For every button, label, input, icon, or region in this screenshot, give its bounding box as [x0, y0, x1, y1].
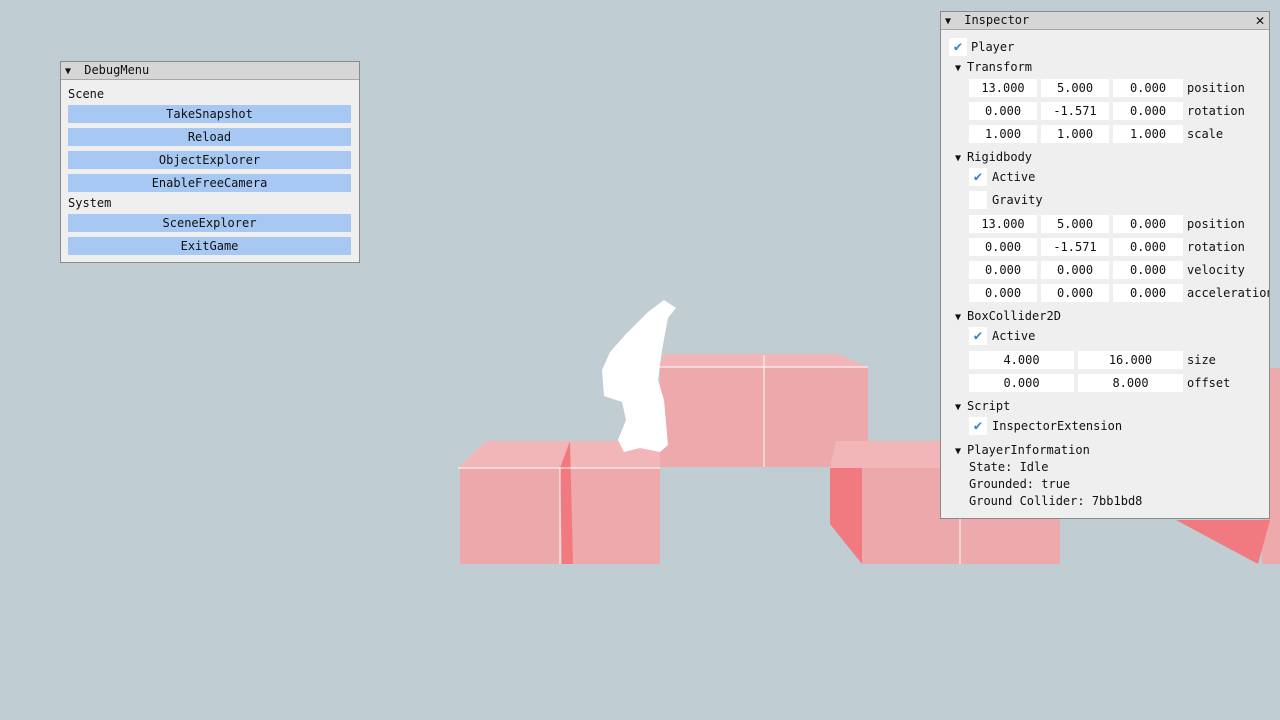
transform-rotation-y-field[interactable]: -1.571: [1041, 102, 1109, 120]
rigidbody-position-x-field[interactable]: 13.000: [969, 215, 1037, 233]
transform-position-x-field[interactable]: 13.000: [969, 79, 1037, 97]
transform-header[interactable]: ▼ Transform: [955, 59, 1032, 77]
enable-free-camera-button[interactable]: EnableFreeCamera: [68, 174, 351, 192]
rigidbody-position-z-field[interactable]: 0.000: [1113, 215, 1183, 233]
transform-rotation-label: rotation: [1187, 104, 1245, 118]
boxcollider-size-label: size: [1187, 353, 1216, 367]
boxcollider-size-y-field[interactable]: 16.000: [1078, 351, 1183, 369]
rigidbody-acceleration-y-field[interactable]: 0.000: [1041, 284, 1109, 302]
checkmark-icon: ✔: [973, 169, 983, 185]
boxcollider-offset-label: offset: [1187, 376, 1231, 390]
collapse-triangle-icon: ▼: [955, 402, 962, 413]
inspector-titlebar[interactable]: ▼ Inspector ✕: [941, 12, 1269, 30]
rigidbody-velocity-z-field[interactable]: 0.000: [1113, 261, 1183, 279]
checkmark-icon: ✔: [973, 418, 983, 434]
rigidbody-position-label: position: [1187, 217, 1245, 231]
section-label-system: System: [68, 196, 112, 210]
rigidbody-acceleration-x-field[interactable]: 0.000: [969, 284, 1037, 302]
rigidbody-velocity-label: velocity: [1187, 263, 1245, 277]
transform-scale-x-field[interactable]: 1.000: [969, 125, 1037, 143]
exit-game-button[interactable]: ExitGame: [68, 237, 351, 255]
debug-menu-window[interactable]: ▼ DebugMenu Scene TakeSnapshot Reload Ob…: [60, 61, 360, 263]
collapse-triangle-icon[interactable]: ▼: [65, 63, 77, 80]
scene-explorer-button[interactable]: SceneExplorer: [68, 214, 351, 232]
object-explorer-button[interactable]: ObjectExplorer: [68, 151, 351, 169]
transform-position-z-field[interactable]: 0.000: [1113, 79, 1183, 97]
boxcollider-offset-y-field[interactable]: 8.000: [1078, 374, 1183, 392]
boxcollider-active-checkbox[interactable]: ✔: [969, 327, 987, 345]
collapse-triangle-icon: ▼: [955, 63, 962, 74]
transform-rotation-z-field[interactable]: 0.000: [1113, 102, 1183, 120]
checkmark-icon: ✔: [953, 39, 963, 55]
script-inspector-extension-checkbox[interactable]: ✔: [969, 417, 987, 435]
object-name: Player: [971, 40, 1015, 54]
script-header[interactable]: ▼ Script: [955, 398, 1010, 416]
inspector-title: Inspector: [964, 13, 1030, 27]
rigidbody-gravity-checkbox[interactable]: [969, 191, 987, 209]
inspector-body: ✔ Player ▼ Transform 13.000 5.000 0.000 p…: [941, 30, 1269, 518]
player-state-text: State: Idle: [969, 460, 1049, 474]
collapse-triangle-icon: ▼: [955, 446, 962, 457]
rigidbody-acceleration-label: acceleration: [1187, 286, 1269, 300]
player-information-header[interactable]: ▼ PlayerInformation: [955, 442, 1090, 460]
collapse-triangle-icon: ▼: [955, 153, 962, 164]
rigidbody-gravity-label: Gravity: [992, 193, 1043, 207]
transform-scale-label: scale: [1187, 127, 1224, 141]
player-grounded-text: Grounded: true: [969, 477, 1071, 491]
transform-position-label: position: [1187, 81, 1245, 95]
collapse-triangle-icon: ▼: [955, 312, 962, 323]
debug-menu-titlebar[interactable]: ▼ DebugMenu: [61, 62, 359, 80]
player-ground-collider-text: Ground Collider: 7bb1bd8: [969, 494, 1143, 508]
rigidbody-rotation-x-field[interactable]: 0.000: [969, 238, 1037, 256]
boxcollider-header[interactable]: ▼ BoxCollider2D: [955, 308, 1061, 326]
transform-scale-z-field[interactable]: 1.000: [1113, 125, 1183, 143]
rigidbody-rotation-label: rotation: [1187, 240, 1245, 254]
rigidbody-rotation-z-field[interactable]: 0.000: [1113, 238, 1183, 256]
inspector-window[interactable]: ▼ Inspector ✕ ✔ Player ▼ Transform 13.000…: [940, 11, 1270, 519]
take-snapshot-button[interactable]: TakeSnapshot: [68, 105, 351, 123]
section-label-scene: Scene: [68, 87, 105, 101]
transform-rotation-x-field[interactable]: 0.000: [969, 102, 1037, 120]
rigidbody-rotation-y-field[interactable]: -1.571: [1041, 238, 1109, 256]
boxcollider-size-x-field[interactable]: 4.000: [969, 351, 1074, 369]
player-enabled-checkbox[interactable]: ✔: [949, 38, 967, 56]
rigidbody-active-label: Active: [992, 170, 1036, 184]
rigidbody-header[interactable]: ▼ Rigidbody: [955, 149, 1032, 167]
close-icon[interactable]: ✕: [1253, 12, 1267, 29]
collapse-triangle-icon[interactable]: ▼: [945, 13, 957, 30]
script-inspector-extension-label: InspectorExtension: [992, 419, 1123, 433]
rigidbody-acceleration-z-field[interactable]: 0.000: [1113, 284, 1183, 302]
transform-scale-y-field[interactable]: 1.000: [1041, 125, 1109, 143]
reload-button[interactable]: Reload: [68, 128, 351, 146]
rigidbody-active-checkbox[interactable]: ✔: [969, 168, 987, 186]
boxcollider-active-label: Active: [992, 329, 1036, 343]
rigidbody-velocity-y-field[interactable]: 0.000: [1041, 261, 1109, 279]
rigidbody-position-y-field[interactable]: 5.000: [1041, 215, 1109, 233]
rigidbody-velocity-x-field[interactable]: 0.000: [969, 261, 1037, 279]
transform-position-y-field[interactable]: 5.000: [1041, 79, 1109, 97]
debug-menu-title: DebugMenu: [84, 63, 150, 77]
boxcollider-offset-x-field[interactable]: 0.000: [969, 374, 1074, 392]
checkmark-icon: ✔: [973, 328, 983, 344]
